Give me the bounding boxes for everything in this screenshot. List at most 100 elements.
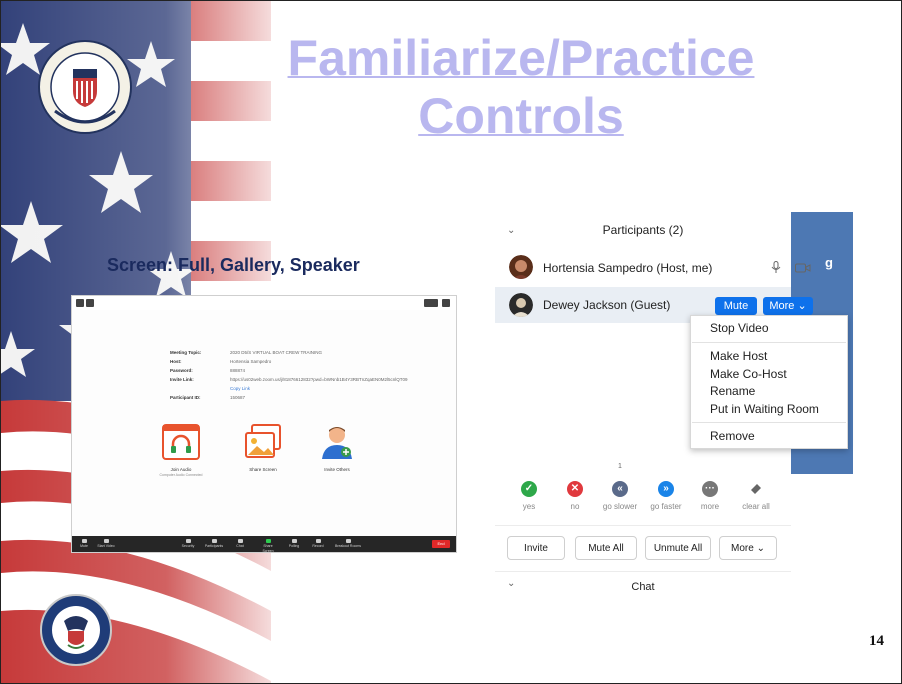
control-label: Share Screen: [262, 544, 274, 553]
participant-row-host[interactable]: Hortensia Sampedro (Host, me): [495, 249, 811, 285]
control-label: Start Video: [97, 544, 115, 548]
reaction-label: go faster: [650, 502, 682, 511]
chat-control[interactable]: Chat: [230, 539, 250, 549]
slide-title: Familiarize/Practice Controls: [251, 29, 791, 145]
more-actions-button[interactable]: More ⌄: [719, 536, 777, 560]
zoom-control-bar: Mute Start Video Security Participants C…: [72, 536, 456, 554]
info-value: https://us02web.zoom.us/j/81876612832?pw…: [230, 377, 408, 382]
end-meeting-button[interactable]: End: [432, 540, 450, 548]
x-icon: ✕: [567, 481, 583, 497]
info-key: Invite Link:: [170, 377, 194, 382]
start-video-control[interactable]: Start Video: [96, 539, 116, 549]
mute-all-button[interactable]: Mute All: [575, 536, 637, 560]
go-slower-reaction[interactable]: « go slower: [595, 481, 645, 511]
join-audio-sublabel: Computer Audio Connected: [159, 473, 203, 477]
no-reaction[interactable]: ✕ no: [550, 481, 600, 511]
strip-letter: g: [825, 255, 833, 270]
unmute-all-button[interactable]: Unmute All: [645, 536, 711, 560]
share-screen-control[interactable]: Share Screen: [258, 539, 278, 554]
copy-link[interactable]: Copy Link: [230, 384, 407, 393]
fullscreen-icon[interactable]: [442, 299, 450, 307]
security-shield-icon[interactable]: [86, 299, 94, 307]
page-number: 14: [869, 633, 884, 649]
chat-bubble-icon: [237, 539, 243, 543]
reaction-label: yes: [522, 502, 536, 511]
participants-header[interactable]: ⌄ Participants (2): [495, 219, 791, 241]
guest-name: Dewey Jackson (Guest): [543, 298, 671, 312]
go-faster-reaction[interactable]: » go faster: [641, 481, 691, 511]
participant-more-menu: Stop Video Make Host Make Co-Host Rename…: [690, 315, 848, 449]
grid-icon: [345, 539, 351, 543]
menu-item-stop-video[interactable]: Stop Video: [710, 321, 769, 335]
reaction-label: clear all: [742, 502, 770, 511]
share-screen-icon: [245, 424, 281, 458]
reaction-label: more: [700, 502, 720, 511]
reaction-count: 1: [618, 463, 622, 470]
invite-button[interactable]: Invite: [507, 536, 565, 560]
clear-all-reactions[interactable]: clear all: [731, 481, 781, 511]
security-control[interactable]: Security: [178, 539, 198, 549]
mic-icon: [81, 539, 87, 543]
menu-item-remove[interactable]: Remove: [710, 429, 755, 443]
participants-actions: Invite Mute All Unmute All More ⌄: [495, 525, 791, 572]
more-reactions[interactable]: ··· more: [685, 481, 735, 511]
screen-views-caption: Screen: Full, Gallery, Speaker: [107, 255, 360, 275]
fast-forward-icon: »: [658, 481, 674, 497]
rewind-icon: «: [612, 481, 628, 497]
ellipsis-icon: ···: [702, 481, 718, 497]
coast-guard-auxiliary-seal: [38, 40, 132, 134]
participants-control[interactable]: Participants: [204, 539, 224, 549]
info-value: 888874: [230, 368, 246, 373]
host-name: Hortensia Sampedro (Host, me): [543, 261, 713, 275]
control-label: Polling: [288, 544, 300, 548]
menu-item-waiting-room[interactable]: Put in Waiting Room: [710, 402, 819, 416]
invite-person-icon: [322, 427, 352, 459]
zoom-meeting-screenshot: Meeting Topic: 2020 D5/S VIRTUAL BOAT CRE…: [71, 295, 457, 553]
view-toggle-icon[interactable]: [424, 299, 438, 307]
meeting-info-row: Meeting Topic: 2020 D5/S VIRTUAL BOAT CRE…: [170, 348, 407, 357]
guest-avatar: [509, 293, 533, 317]
microphone-icon[interactable]: [771, 261, 781, 274]
host-avatar: [509, 255, 533, 279]
info-value: 2020 D5/S VIRTUAL BOAT CREW TRAINING: [230, 350, 323, 355]
polling-control[interactable]: Polling: [284, 539, 304, 549]
join-audio-tile[interactable]: Join Audio Computer Audio Connected: [156, 424, 206, 477]
info-value: Hortensia Sampedro: [230, 359, 272, 364]
info-key: Password:: [170, 368, 193, 373]
menu-item-make-cohost[interactable]: Make Co-Host: [710, 367, 787, 381]
share-screen-label: Share Screen: [249, 467, 277, 472]
homeland-security-seal: [40, 594, 112, 666]
more-button-label: More: [769, 300, 795, 312]
menu-item-rename[interactable]: Rename: [710, 384, 755, 398]
meeting-info-row: Password: 888874: [170, 366, 407, 375]
info-icon[interactable]: [76, 299, 84, 307]
poll-icon: [291, 539, 297, 543]
menu-item-make-host[interactable]: Make Host: [710, 349, 767, 363]
record-control[interactable]: Record: [308, 539, 328, 549]
chat-section-header[interactable]: ⌄ Chat: [495, 571, 791, 602]
info-key: Participant ID:: [170, 395, 201, 400]
mute-participant-button[interactable]: Mute: [715, 297, 757, 315]
share-screen-tile[interactable]: Share Screen: [238, 424, 288, 472]
more-actions-label: More: [731, 543, 754, 554]
video-camera-icon[interactable]: [795, 263, 811, 273]
slide-title-line-2: Controls: [418, 88, 624, 144]
meeting-info-panel: Meeting Topic: 2020 D5/S VIRTUAL BOAT CRE…: [170, 348, 407, 402]
slide-title-line-1: Familiarize/Practice: [287, 30, 755, 86]
info-value: 150687: [230, 395, 246, 400]
invite-others-label: Invite Others: [324, 467, 350, 472]
yes-reaction[interactable]: ✓ yes: [504, 481, 554, 511]
mute-control[interactable]: Mute: [74, 539, 94, 549]
nonverbal-feedback-row: ✓ yes ✕ no « go slower » go faster ··· m…: [495, 475, 791, 525]
participants-title: Participants (2): [602, 223, 684, 237]
meeting-info-row: Host: Hortensia Sampedro: [170, 357, 407, 366]
invite-others-tile[interactable]: Invite Others: [312, 424, 362, 472]
people-icon: [211, 539, 217, 543]
slide: Familiarize/Practice Controls Screen: Fu…: [0, 0, 902, 684]
share-arrow-icon: [265, 539, 271, 543]
info-key: Host:: [170, 359, 182, 364]
breakout-rooms-control[interactable]: Breakout Rooms: [334, 539, 362, 549]
headphones-icon: [162, 424, 200, 460]
more-participant-button[interactable]: More ⌄: [763, 297, 813, 315]
record-icon: [315, 539, 321, 543]
